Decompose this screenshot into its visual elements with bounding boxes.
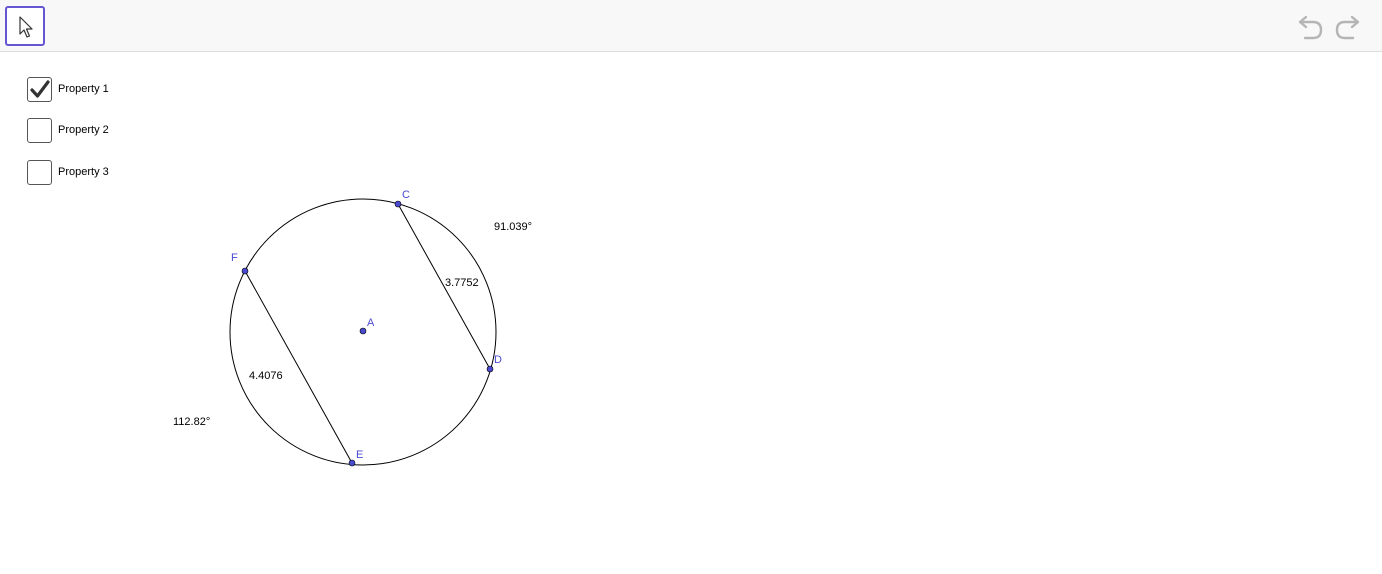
- undo-button[interactable]: [1295, 12, 1325, 42]
- point-d[interactable]: [486, 365, 494, 373]
- point-a[interactable]: [359, 327, 367, 335]
- point-f[interactable]: [241, 267, 249, 275]
- arrow-cursor-icon: [19, 16, 33, 38]
- chord-fe-length: 4.4076: [249, 370, 283, 382]
- point-d-label: D: [494, 354, 502, 366]
- point-c-label: C: [402, 189, 410, 201]
- toolbar: [0, 0, 1382, 52]
- graphics-view[interactable]: A C D E F 3.7752 4.4076 91.039° 112.82°: [0, 53, 1382, 574]
- point-f-label: F: [231, 252, 238, 264]
- redo-button[interactable]: [1333, 12, 1363, 42]
- arc-fe-angle: 112.82°: [173, 416, 210, 428]
- point-e-label: E: [356, 449, 363, 461]
- point-a-label: A: [367, 317, 375, 329]
- undo-icon: [1298, 15, 1323, 40]
- redo-icon: [1335, 15, 1360, 40]
- chord-cd-length: 3.7752: [445, 277, 479, 289]
- move-tool-button[interactable]: [5, 6, 45, 46]
- arc-cd-angle: 91.039°: [494, 221, 532, 233]
- point-c[interactable]: [394, 200, 402, 208]
- chord-fe[interactable]: [244, 270, 353, 464]
- point-e[interactable]: [348, 459, 356, 467]
